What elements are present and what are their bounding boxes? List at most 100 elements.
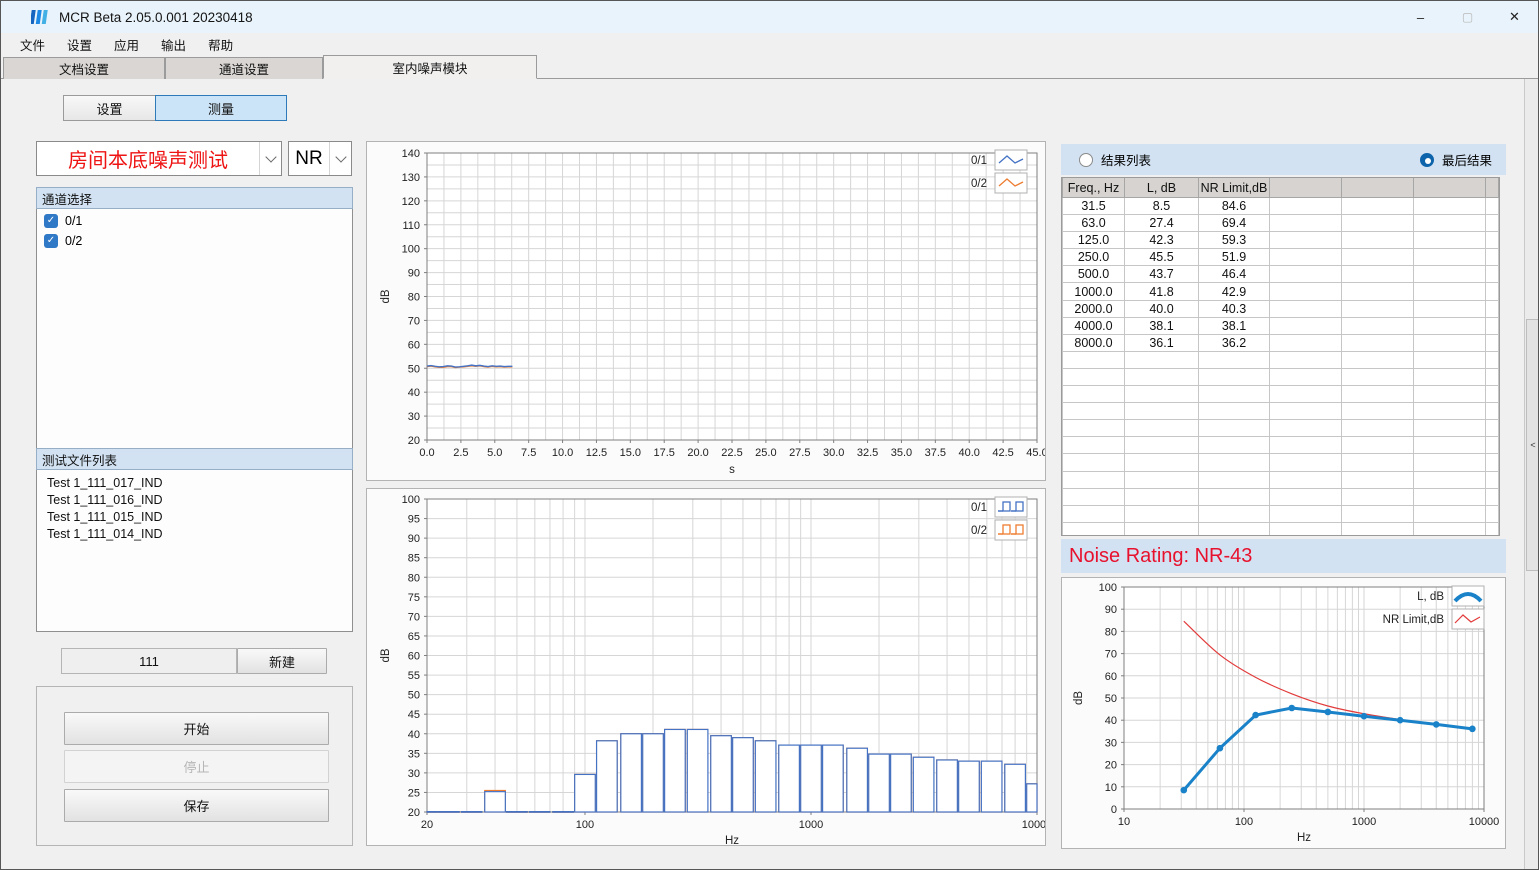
table-cell <box>1342 522 1414 536</box>
svg-text:Hz: Hz <box>725 835 739 845</box>
table-cell <box>1199 420 1270 437</box>
svg-text:dB: dB <box>380 648 392 662</box>
table-cell <box>1486 488 1499 505</box>
svg-text:20: 20 <box>408 435 420 447</box>
table-cell: 38.1 <box>1199 317 1270 334</box>
svg-text:70: 70 <box>408 315 420 327</box>
test-file-item[interactable]: Test 1_111_014_IND <box>37 525 352 542</box>
channel-item[interactable]: ✓ 0/2 <box>37 231 352 251</box>
test-file-item[interactable]: Test 1_111_015_IND <box>37 508 352 525</box>
table-cell <box>1342 368 1414 385</box>
save-button[interactable]: 保存 <box>64 789 329 822</box>
test-type-value: 房间本底噪声测试 <box>37 144 259 173</box>
start-button[interactable]: 开始 <box>64 712 329 745</box>
minimize-button[interactable]: – <box>1397 1 1444 33</box>
radio-icon[interactable] <box>1079 153 1093 167</box>
subtab-measure[interactable]: 测量 <box>155 95 287 121</box>
svg-text:37.5: 37.5 <box>925 447 946 459</box>
table-cell <box>1342 488 1414 505</box>
table-row <box>1063 386 1499 403</box>
menu-item[interactable]: 输出 <box>150 33 197 56</box>
radio-icon-selected[interactable] <box>1420 153 1434 167</box>
svg-text:0: 0 <box>1111 804 1117 816</box>
file-name-input[interactable] <box>61 648 237 674</box>
table-cell <box>1414 232 1486 249</box>
svg-text:100: 100 <box>1099 582 1117 594</box>
table-row <box>1063 368 1499 385</box>
svg-text:140: 140 <box>402 148 420 160</box>
table-cell: 125.0 <box>1063 232 1125 249</box>
svg-text:100: 100 <box>402 494 420 506</box>
svg-text:50: 50 <box>1105 693 1117 705</box>
table-cell <box>1342 300 1414 317</box>
svg-text:15.0: 15.0 <box>620 447 641 459</box>
nr-select[interactable]: NR <box>288 141 352 176</box>
svg-text:35.0: 35.0 <box>891 447 912 459</box>
menu-item[interactable]: 帮助 <box>197 33 244 56</box>
menu-item[interactable]: 应用 <box>103 33 150 56</box>
panel-splitter[interactable]: < <box>1524 79 1539 870</box>
collapse-handle[interactable]: < <box>1526 319 1539 571</box>
table-cell <box>1414 300 1486 317</box>
svg-text:40: 40 <box>408 387 420 399</box>
table-cell <box>1199 403 1270 420</box>
test-file-item[interactable]: Test 1_111_017_IND <box>37 474 352 491</box>
table-row: 500.043.746.4 <box>1063 266 1499 283</box>
svg-text:90: 90 <box>408 268 420 280</box>
table-cell <box>1063 437 1125 454</box>
nr-select-value: NR <box>289 148 329 170</box>
new-button[interactable]: 新建 <box>237 648 327 674</box>
table-cell: 46.4 <box>1199 266 1270 283</box>
table-cell: 36.1 <box>1125 334 1199 351</box>
channel-list: ✓ 0/1 ✓ 0/2 <box>36 209 353 451</box>
title-bar: MCR Beta 2.05.0.001 20230418 – ▢ ✕ <box>1 1 1538 33</box>
channel-label: 0/2 <box>65 234 82 248</box>
table-cell <box>1414 283 1486 300</box>
table-cell <box>1414 266 1486 283</box>
checkbox-checked-icon[interactable]: ✓ <box>44 234 58 248</box>
radio-last-result[interactable]: 最后结果 <box>1420 150 1492 169</box>
tab-3[interactable]: 室内噪声模块 <box>323 55 537 79</box>
channel-item[interactable]: ✓ 0/1 <box>37 211 352 231</box>
tab-2[interactable]: 通道设置 <box>165 57 323 79</box>
svg-text:10000: 10000 <box>1022 819 1045 831</box>
subtab-settings[interactable]: 设置 <box>63 95 156 121</box>
tab-1[interactable]: 文档设置 <box>3 57 165 79</box>
menu-item[interactable]: 设置 <box>56 33 103 56</box>
svg-text:5.0: 5.0 <box>487 447 502 459</box>
close-button[interactable]: ✕ <box>1491 1 1538 33</box>
svg-text:25.0: 25.0 <box>755 447 776 459</box>
chart-nr-svg: 010203040506070809010010100100010000HzdB… <box>1062 578 1505 848</box>
table-cell <box>1414 454 1486 471</box>
table-cell <box>1270 215 1342 232</box>
table-cell <box>1414 386 1486 403</box>
radio-result-list[interactable]: 结果列表 <box>1079 150 1151 169</box>
table-cell <box>1414 368 1486 385</box>
table-cell <box>1342 232 1414 249</box>
table-cell: 40.3 <box>1199 300 1270 317</box>
channel-label: 0/1 <box>65 214 82 228</box>
table-cell: 63.0 <box>1063 215 1125 232</box>
table-cell <box>1342 266 1414 283</box>
svg-text:100: 100 <box>402 244 420 256</box>
control-group-box: 开始 停止 保存 <box>36 686 353 846</box>
test-file-item[interactable]: Test 1_111_016_IND <box>37 491 352 508</box>
table-cell <box>1414 420 1486 437</box>
table-cell <box>1486 300 1499 317</box>
chevron-down-icon[interactable] <box>259 142 281 175</box>
svg-text:110: 110 <box>402 220 420 232</box>
svg-text:2.5: 2.5 <box>453 447 468 459</box>
table-cell <box>1125 368 1199 385</box>
svg-text:40: 40 <box>408 729 420 741</box>
table-cell <box>1342 437 1414 454</box>
maximize-button[interactable]: ▢ <box>1444 1 1491 33</box>
table-cell <box>1414 437 1486 454</box>
table-cell <box>1486 283 1499 300</box>
table-cell: 31.5 <box>1063 198 1125 215</box>
chevron-down-icon[interactable] <box>329 142 351 175</box>
checkbox-checked-icon[interactable]: ✓ <box>44 214 58 228</box>
test-type-select[interactable]: 房间本底噪声测试 <box>36 141 282 176</box>
table-cell <box>1270 351 1342 368</box>
menu-item[interactable]: 文件 <box>9 33 56 56</box>
svg-text:40: 40 <box>1105 715 1117 727</box>
